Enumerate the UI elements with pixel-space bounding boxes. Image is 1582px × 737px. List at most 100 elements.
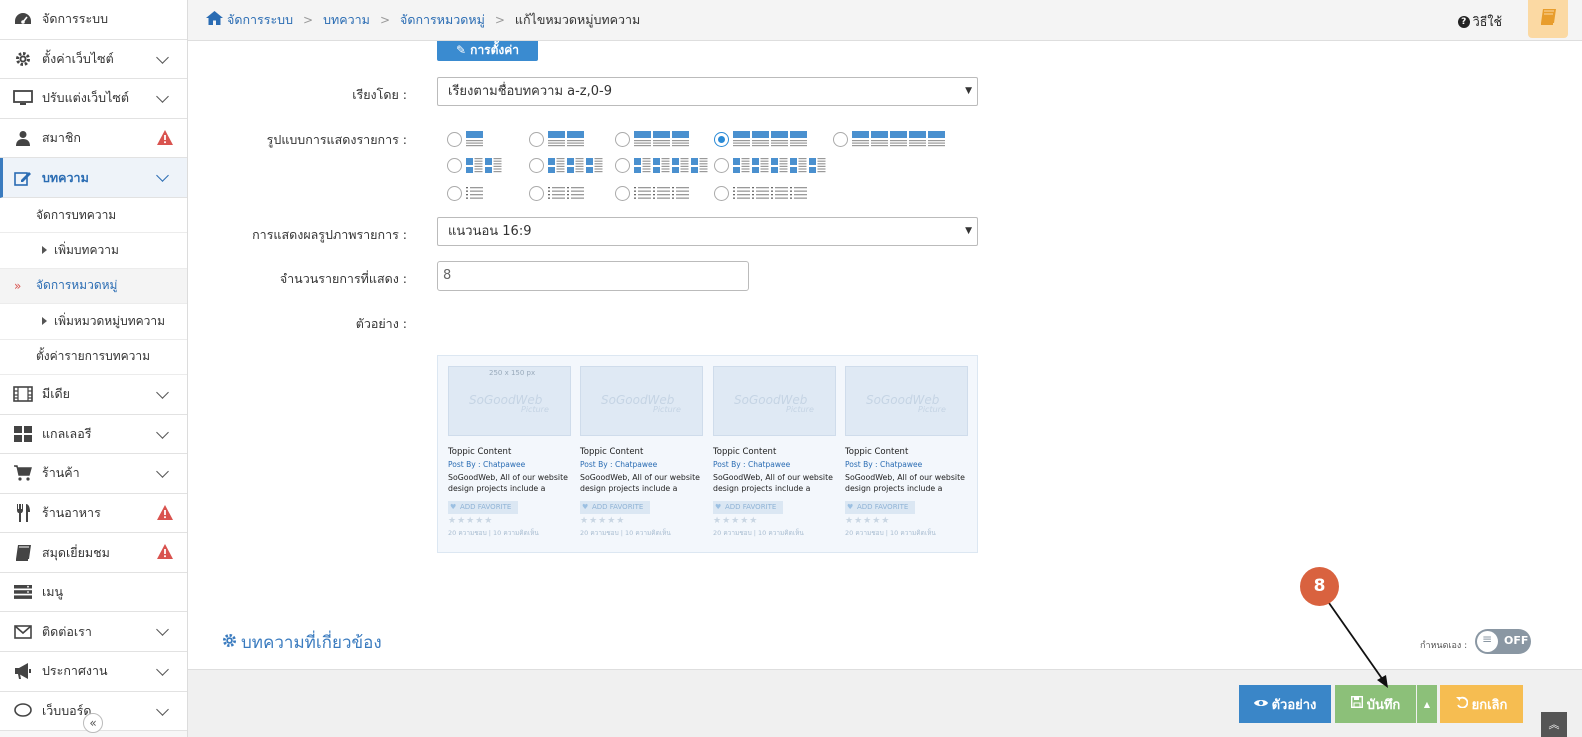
sidebar-item-contact[interactable]: ติดต่อเรา: [0, 612, 187, 653]
rating-stars: ★★★★★: [448, 516, 494, 526]
count-label: จำนวนรายการที่แสดง :: [279, 271, 407, 286]
sidebar-item-articles[interactable]: บทความ: [0, 158, 187, 198]
layout-option[interactable]: [615, 130, 691, 148]
sidebar-item-customize[interactable]: ปรับแต่งเว็บไซต์: [0, 79, 187, 119]
caret-down-icon: ▼: [965, 226, 972, 236]
preview-button-label: ตัวอย่าง: [1271, 697, 1317, 713]
settings-button[interactable]: ✎ การตั้งค่า: [437, 41, 538, 61]
layout-radio[interactable]: [714, 185, 729, 201]
breadcrumb-system[interactable]: จัดการระบบ: [227, 10, 293, 30]
warning-icon: [157, 129, 173, 149]
layout-radio[interactable]: [833, 131, 848, 147]
custom-toggle-label: กำหนดเอง :: [1420, 641, 1468, 651]
layout-radio[interactable]: [714, 131, 729, 147]
layout-radio[interactable]: [447, 157, 462, 173]
help-label: วิธีใช้: [1472, 14, 1502, 29]
sidebar-item-guestbook[interactable]: สมุดเยี่ยมชม: [0, 533, 187, 573]
layout-option[interactable]: [447, 130, 485, 148]
layout-option[interactable]: [447, 184, 485, 202]
custom-toggle[interactable]: OFF: [1475, 629, 1531, 654]
sidebar-item-label: ติดต่อเรา: [42, 623, 92, 639]
gear-icon: [222, 633, 237, 653]
layout-option[interactable]: [615, 184, 691, 202]
preview-card-author: Post By : Chatpawee: [713, 460, 791, 469]
breadcrumb-articles[interactable]: บทความ: [323, 10, 370, 30]
save-button[interactable]: บันทึก: [1335, 685, 1416, 723]
grid-icon: [12, 425, 34, 443]
sidebar-item-label: ร้านอาหาร: [42, 505, 101, 520]
cart-icon: [12, 464, 34, 482]
layout-option[interactable]: [714, 130, 809, 148]
layout-thumbnail-icon: [733, 187, 807, 199]
sidebar-item-media[interactable]: มีเดีย: [0, 374, 187, 415]
sidebar-item-label: สมาชิก: [42, 130, 81, 146]
layout-option[interactable]: [833, 130, 947, 148]
subitem-manage-articles[interactable]: จัดการบทความ: [0, 197, 187, 234]
preview-button[interactable]: ตัวอย่าง: [1239, 685, 1331, 723]
chevron-down-icon: [156, 702, 169, 716]
image-label: การแสดงผลรูปภาพรายการ :: [252, 227, 407, 242]
layout-option[interactable]: [529, 184, 586, 202]
layout-option[interactable]: [529, 130, 586, 148]
layout-radio[interactable]: [714, 157, 729, 173]
scroll-top-button[interactable]: ︽: [1541, 712, 1567, 737]
item-count-input[interactable]: 8: [437, 261, 749, 291]
sidebar-item-gallery[interactable]: แกลเลอรี: [0, 414, 187, 455]
breadcrumb-categories[interactable]: จัดการหมวดหมู่: [400, 10, 485, 30]
sidebar-item-restaurant[interactable]: ร้านอาหาร: [0, 493, 187, 534]
sort-select[interactable]: เรียงตามชื่อบทความ a-z,0-9 ▼: [437, 77, 978, 106]
layout-radio[interactable]: [615, 157, 630, 173]
undo-icon: [1455, 696, 1468, 712]
sidebar-item-website-settings[interactable]: ตั้งค่าเว็บไซต์: [0, 39, 187, 80]
layout-option[interactable]: [615, 156, 710, 174]
breadcrumb-current: แก้ไขหมวดหมู่บทความ: [514, 12, 641, 27]
layout-option[interactable]: [714, 156, 828, 174]
sidebar-item-members[interactable]: สมาชิก: [0, 118, 187, 159]
subitem-label: ตั้งค่ารายการบทความ: [36, 349, 151, 364]
sidebar-item-system[interactable]: จัดการระบบ: [0, 0, 187, 40]
layout-thumbnail-icon: [634, 158, 708, 173]
warning-icon: [157, 504, 173, 524]
gear-icon: [12, 50, 34, 68]
subitem-add-category[interactable]: เพิ่มหมวดหมู่บทความ: [0, 304, 187, 340]
collapse-sidebar-button[interactable]: «: [83, 713, 103, 733]
preview-card: SoGoodWeb Picture Toppic Content Post By : …: [713, 366, 836, 538]
layout-thumbnail-icon: [466, 131, 483, 147]
help-link[interactable]: ? วิธีใช้: [1457, 12, 1502, 32]
layout-radio[interactable]: [529, 131, 544, 147]
layout-radio[interactable]: [615, 185, 630, 201]
sidebar: จัดการระบบ ตั้งค่าเว็บไซต์ ปรับแต่งเว็บไ…: [0, 0, 188, 737]
preview-card-meta: 20 ความชอบ | 10 ความคิดเห็น: [845, 529, 936, 537]
subitem-manage-categories[interactable]: » จัดการหมวดหมู่: [0, 268, 187, 305]
chevron-right-icon: >: [303, 13, 314, 27]
save-options-button[interactable]: ▲: [1417, 685, 1437, 723]
monitor-icon: [12, 89, 34, 107]
preview-card-author: Post By : Chatpawee: [448, 460, 526, 469]
subitem-add-article[interactable]: เพิ่มบทความ: [0, 233, 187, 269]
home-icon[interactable]: [206, 11, 223, 29]
double-chevron-up-icon: ︽: [1548, 718, 1560, 731]
chevron-down-icon: [156, 465, 169, 478]
layout-thumbnail-icon: [733, 158, 826, 173]
sidebar-item-menu[interactable]: เมนู: [0, 572, 187, 613]
sidebar-item-shop[interactable]: ร้านค้า: [0, 454, 187, 494]
preview-card-title: Toppic Content: [713, 447, 777, 457]
layout-thumbnail-icon: [466, 187, 483, 199]
layout-radio[interactable]: [447, 131, 462, 147]
layout-radio[interactable]: [615, 131, 630, 147]
sidebar-item-jobs[interactable]: ประกาศงาน: [0, 652, 187, 692]
notes-button[interactable]: [1528, 0, 1568, 38]
cancel-button[interactable]: ยกเลิก: [1440, 685, 1523, 723]
layout-radio[interactable]: [447, 185, 462, 201]
layout-radio[interactable]: [529, 157, 544, 173]
settings-button-label: การตั้งค่า: [470, 43, 520, 57]
subitem-article-list-settings[interactable]: ตั้งค่ารายการบทความ: [0, 339, 187, 375]
image-ratio-select[interactable]: แนวนอน 16:9 ▼: [437, 217, 978, 246]
preview-label: ตัวอย่าง :: [355, 316, 407, 331]
chevron-down-icon: [156, 90, 169, 104]
layout-option[interactable]: [447, 156, 504, 174]
layout-option[interactable]: [714, 184, 809, 202]
layout-radio[interactable]: [529, 185, 544, 201]
layout-option[interactable]: [529, 156, 605, 174]
add-favorite-badge: ADD FAVORITE: [845, 501, 915, 514]
